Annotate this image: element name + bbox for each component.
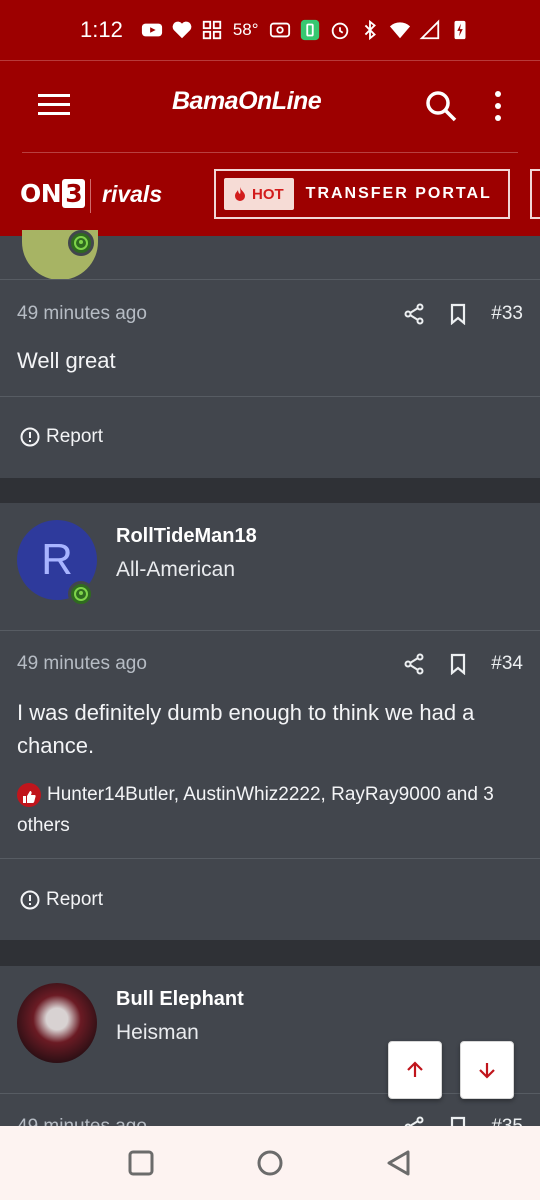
status-bar: 1:12 58° — [0, 0, 540, 60]
wifi-icon — [389, 19, 411, 41]
post-body: I was definitely dumb enough to think we… — [17, 700, 475, 758]
post-meta: 49 minutes ago #33 — [17, 299, 523, 329]
report-label: Report — [46, 426, 104, 447]
avatar-letter: R — [41, 535, 73, 584]
report-button[interactable]: Report — [20, 889, 103, 911]
reaction-summary[interactable]: Hunter14Butler, AustinWhiz2222, RayRay90… — [17, 779, 500, 841]
like-icon — [17, 783, 41, 807]
post-number[interactable]: #34 — [491, 653, 523, 675]
arrow-up-icon — [407, 1061, 423, 1077]
post-number[interactable]: #33 — [491, 303, 523, 325]
username[interactable]: RollTideMan18 — [116, 525, 257, 548]
divider — [0, 858, 540, 859]
heart-icon — [171, 19, 193, 41]
transfer-portal-label: TRANSFER PORTAL — [305, 185, 492, 202]
post-body: Well great — [17, 348, 116, 373]
share-icon[interactable] — [403, 653, 425, 675]
search-icon[interactable] — [424, 89, 458, 123]
transfer-portal-button[interactable]: HOT TRANSFER PORTAL — [214, 169, 510, 219]
cast-icon — [269, 19, 291, 41]
logo-separator — [90, 179, 91, 213]
divider — [0, 630, 540, 631]
post-meta: 49 minutes ago #34 — [17, 649, 523, 679]
status-time: 1:12 — [80, 17, 123, 42]
status-temperature: 58° — [232, 20, 259, 39]
reaction-users: Hunter14Butler, AustinWhiz2222, RayRay90… — [17, 784, 494, 836]
battery-icon — [449, 19, 471, 41]
battery-saver-icon — [299, 19, 321, 41]
username[interactable]: Bull Elephant — [116, 988, 244, 1011]
alarm-icon — [329, 19, 351, 41]
header-divider — [22, 152, 518, 153]
divider — [0, 1093, 540, 1094]
bookmark-icon[interactable] — [447, 653, 469, 675]
post-time[interactable]: 49 minutes ago — [17, 653, 381, 675]
user-title: Heisman — [116, 1021, 199, 1044]
more-vert-icon[interactable] — [488, 89, 508, 123]
user-title: All-American — [116, 558, 236, 581]
bluetooth-icon — [359, 19, 381, 41]
bookmark-icon[interactable] — [447, 303, 469, 325]
report-button[interactable]: Report — [20, 426, 103, 448]
online-icon — [68, 581, 94, 607]
post-card-33: 49 minutes ago #33 Well great Report — [0, 230, 540, 478]
post-card-34: R RollTideMan18 All-American 49 minutes … — [0, 503, 540, 940]
report-icon — [20, 890, 40, 910]
hot-badge: HOT — [224, 178, 294, 210]
divider — [0, 396, 540, 397]
next-nav-button[interactable] — [530, 169, 540, 219]
scroll-up-button[interactable] — [388, 1041, 442, 1099]
online-icon — [68, 230, 94, 256]
divider — [0, 279, 540, 280]
post-card-35: Bull Elephant Heisman 49 minutes ago #35 — [0, 966, 540, 1138]
flame-icon — [235, 187, 245, 201]
back-button[interactable] — [384, 1148, 414, 1178]
grid-icon — [201, 19, 223, 41]
menu-icon[interactable] — [36, 91, 72, 119]
home-button[interactable] — [255, 1148, 285, 1178]
site-logo[interactable]: BamaOnLine — [172, 87, 322, 116]
recents-button[interactable] — [126, 1148, 156, 1178]
rivals-logo[interactable]: rivals — [102, 181, 162, 208]
scroll-down-button[interactable] — [460, 1041, 514, 1099]
youtube-icon — [141, 19, 163, 41]
system-nav-bar — [0, 1126, 540, 1200]
site-header: BamaOnLine ON 3 rivals HOT TRANSFER PORTA… — [0, 60, 540, 236]
arrow-down-icon — [479, 1063, 495, 1079]
share-icon[interactable] — [403, 303, 425, 325]
signal-icon — [419, 19, 441, 41]
avatar[interactable] — [17, 983, 97, 1063]
report-icon — [20, 427, 40, 447]
post-time[interactable]: 49 minutes ago — [17, 303, 381, 325]
report-label: Report — [46, 889, 104, 910]
hot-label: HOT — [252, 185, 284, 203]
on3-logo[interactable]: ON 3 — [20, 179, 86, 208]
